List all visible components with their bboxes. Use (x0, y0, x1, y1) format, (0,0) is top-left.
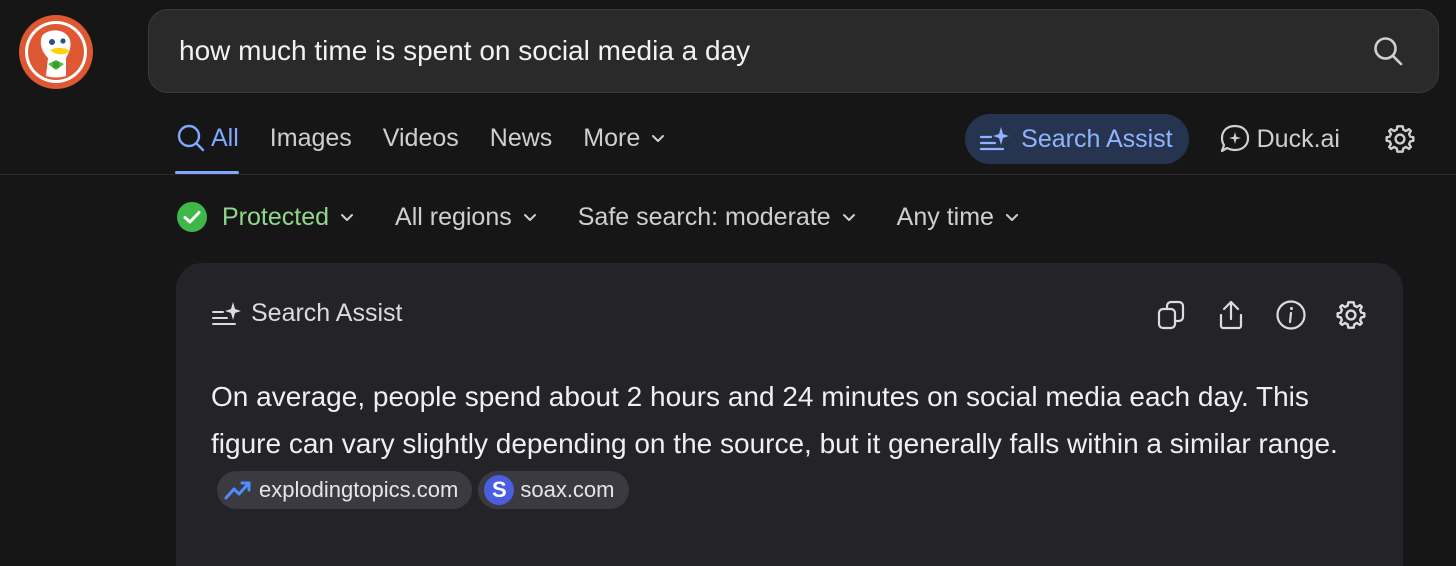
sparkle-lines-icon (212, 301, 241, 325)
protection-label: Protected (222, 202, 330, 231)
search-tabs: All Images Videos News More (175, 112, 701, 174)
card-header: Search Assist (211, 299, 402, 328)
tab-all[interactable]: All (175, 112, 239, 174)
duck-ai-link[interactable]: Duck.ai (1219, 123, 1340, 155)
tab-label: All (211, 123, 239, 152)
search-icon (177, 124, 205, 152)
source-label: soax.com (520, 477, 615, 503)
region-filter[interactable]: All regions (395, 203, 538, 232)
search-assist-label: Search Assist (1021, 124, 1173, 153)
chevron-down-icon (842, 214, 855, 221)
info-icon (1276, 300, 1306, 330)
assist-answer: On average, people spend about 2 hours a… (211, 373, 1361, 514)
chevron-down-icon (652, 135, 665, 142)
tab-label: More (583, 123, 641, 152)
copy-icon (1157, 300, 1185, 330)
tab-images[interactable]: Images (270, 112, 352, 164)
right-nav: Search Assist Duck.ai (965, 114, 1416, 164)
tab-more[interactable]: More (583, 112, 670, 164)
search-icon (1374, 37, 1403, 66)
answer-text: On average, people spend about 2 hours a… (211, 381, 1338, 459)
search-assist-card: Search Assist On average, people spend a… (176, 263, 1403, 566)
search-button[interactable] (1368, 31, 1408, 71)
duck-ai-label: Duck.ai (1256, 124, 1340, 153)
source-chip-soax[interactable]: Ssoax.com (478, 470, 629, 509)
source-chip-explodingtopics[interactable]: explodingtopics.com (217, 470, 473, 509)
check-circle-icon (177, 202, 207, 232)
search-bar (148, 9, 1439, 93)
search-input[interactable] (179, 35, 1368, 67)
chevron-down-icon (1005, 214, 1018, 221)
chevron-down-icon (523, 214, 536, 221)
trending-up-icon (223, 475, 253, 505)
info-button[interactable] (1273, 297, 1309, 333)
share-button[interactable] (1213, 297, 1249, 333)
filter-bar: Protected All regions Safe search: moder… (176, 196, 1060, 238)
region-label: All regions (395, 202, 512, 231)
card-actions (1129, 297, 1369, 333)
gear-icon (1385, 125, 1415, 153)
gear-icon (1336, 301, 1366, 329)
tab-videos[interactable]: Videos (383, 112, 459, 164)
search-assist-button[interactable]: Search Assist (965, 114, 1189, 164)
safe-search-filter[interactable]: Safe search: moderate (578, 203, 857, 232)
source-label: explodingtopics.com (259, 477, 459, 503)
sparkle-lines-icon (980, 127, 1010, 151)
protection-filter[interactable]: Protected (176, 201, 355, 233)
header-divider (0, 174, 1456, 175)
tab-label: Images (269, 123, 352, 152)
tab-label: News (489, 123, 553, 152)
copy-button[interactable] (1153, 297, 1189, 333)
duckduckgo-logo[interactable] (18, 14, 94, 90)
card-settings-button[interactable] (1333, 297, 1369, 333)
tab-label: Videos (382, 123, 459, 152)
chat-bubble-icon (1220, 124, 1249, 153)
chevron-down-icon (341, 214, 354, 221)
safe-search-label: Safe search: moderate (577, 202, 831, 231)
tab-news[interactable]: News (490, 112, 553, 164)
time-label: Any time (896, 202, 994, 231)
settings-button[interactable] (1384, 123, 1416, 155)
card-title: Search Assist (251, 299, 403, 327)
share-icon (1219, 300, 1243, 330)
soax-s-icon: S (484, 474, 515, 505)
page: All Images Videos News More Search Assis… (0, 0, 1456, 566)
time-filter[interactable]: Any time (897, 203, 1020, 232)
